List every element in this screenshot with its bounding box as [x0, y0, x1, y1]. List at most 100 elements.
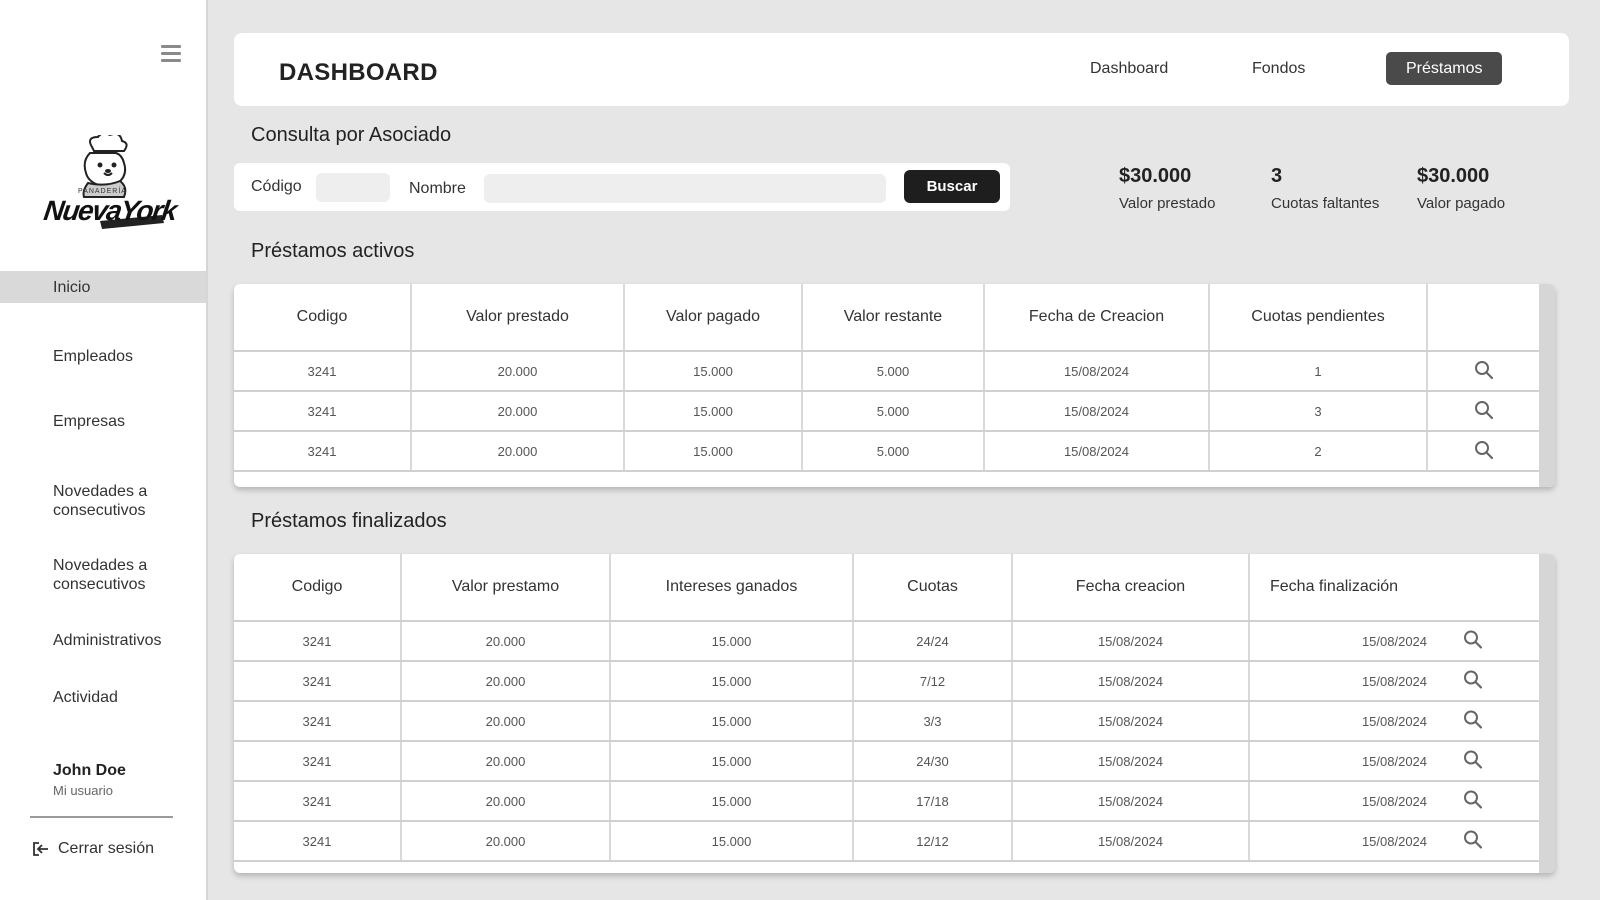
- page-title: DASHBOARD: [279, 59, 438, 86]
- table-cell: 3241: [234, 621, 402, 662]
- name-input[interactable]: [484, 174, 886, 203]
- cell-value: 15.000: [711, 713, 752, 729]
- table-cell: 15/08/2024: [1012, 781, 1250, 822]
- table-cell: 3241: [234, 781, 402, 822]
- stat-cuotas-faltantes: 3 Cuotas faltantes: [1271, 165, 1379, 212]
- table-cell: 17/18: [853, 781, 1013, 822]
- table-cell: 5.000: [802, 391, 985, 432]
- search-icon[interactable]: [1463, 630, 1483, 653]
- cell-value: 3: [1314, 403, 1322, 419]
- table-cell: 15/08/2024: [1012, 621, 1250, 662]
- search-button[interactable]: Buscar: [904, 170, 1000, 203]
- cell-value: 24/30: [916, 753, 949, 769]
- table-cell: 15.000: [610, 701, 854, 742]
- column-header: Codigo: [234, 554, 402, 622]
- column-header: Fecha finalización: [1249, 554, 1539, 622]
- table-cell: 24/30: [853, 741, 1013, 782]
- cell-value: 20.000: [485, 673, 526, 689]
- table-cell: 15.000: [610, 821, 854, 862]
- table-cell: 15/08/2024: [1249, 821, 1539, 862]
- logo-brand: NuevaYork: [41, 195, 178, 226]
- table-cell: 20.000: [411, 351, 625, 392]
- table-cell: 15.000: [624, 431, 803, 472]
- code-input[interactable]: [316, 173, 390, 202]
- search-icon[interactable]: [1463, 750, 1483, 773]
- search-icon[interactable]: [1463, 790, 1483, 813]
- table-cell: 20.000: [401, 661, 611, 702]
- user-name: John Doe: [53, 762, 126, 779]
- search-icon[interactable]: [1474, 440, 1494, 463]
- sidebar-item-novedades-2[interactable]: Novedades a consecutivos: [0, 556, 200, 594]
- cell-value: 15.000: [693, 403, 733, 419]
- search-icon[interactable]: [1474, 360, 1494, 383]
- cell-value: 3241: [302, 633, 332, 649]
- menu-icon[interactable]: [161, 45, 181, 63]
- table-cell: 20.000: [401, 621, 611, 662]
- cell-value: 3241: [302, 673, 332, 689]
- table-cell: 20.000: [401, 821, 611, 862]
- table-cell: 15/08/2024: [1012, 661, 1250, 702]
- cell-value: 15/08/2024: [1097, 673, 1164, 689]
- table-cell: 15/08/2024: [1012, 741, 1250, 782]
- column-header: Codigo: [234, 284, 412, 352]
- column-header: Cuotas pendientes: [1209, 284, 1428, 352]
- tab-dashboard[interactable]: Dashboard: [1090, 52, 1168, 85]
- table-row: 3241 20.000 15.000 7/12 15/08/2024 15/08/2024: [234, 661, 1539, 702]
- table-cell: 15/08/2024: [1249, 741, 1539, 782]
- cell-value: 15.000: [711, 673, 752, 689]
- table-cell: 3241: [234, 661, 402, 702]
- user-subtitle: Mi usuario: [53, 783, 113, 798]
- table-cell: 3/3: [853, 701, 1013, 742]
- active-loans-table: Codigo Valor prestado Valor pagado Valor…: [234, 284, 1555, 487]
- table-cell: 24/24: [853, 621, 1013, 662]
- sidebar-item-novedades-1[interactable]: Novedades a consecutivos: [0, 482, 200, 520]
- sidebar-item-empleados[interactable]: Empleados: [0, 347, 206, 366]
- scrollbar[interactable]: [1539, 284, 1555, 487]
- column-header: Intereses ganados: [610, 554, 854, 622]
- cell-value: 15/08/2024: [1361, 673, 1428, 689]
- table-cell: 3241: [234, 431, 412, 472]
- cell-value: 15.000: [693, 363, 733, 379]
- cell-value: 5.000: [876, 363, 910, 379]
- search-icon[interactable]: [1463, 670, 1483, 693]
- cell-value: 2: [1314, 443, 1322, 459]
- sidebar-item-inicio[interactable]: Inicio: [0, 271, 206, 303]
- user-info[interactable]: John Doe Mi usuario: [53, 762, 126, 798]
- cell-value: 3241: [302, 753, 332, 769]
- sidebar-item-empresas[interactable]: Empresas: [0, 412, 206, 431]
- scrollbar[interactable]: [1539, 554, 1555, 873]
- tab-fondos[interactable]: Fondos: [1252, 52, 1305, 85]
- cell-value: 12/12: [916, 833, 949, 849]
- search-icon[interactable]: [1463, 710, 1483, 733]
- cell-value: 20.000: [485, 753, 526, 769]
- table-cell: 15.000: [610, 741, 854, 782]
- search-bar: Código Nombre Buscar: [234, 163, 1010, 211]
- column-header: Valor pagado: [624, 284, 803, 352]
- table-cell: 15/08/2024: [1249, 781, 1539, 822]
- table-cell: [1427, 431, 1539, 472]
- cell-value: 15.000: [711, 833, 752, 849]
- cell-value: 7/12: [919, 673, 946, 689]
- table-cell: 7/12: [853, 661, 1013, 702]
- cell-value: 15.000: [711, 793, 752, 809]
- logout-button[interactable]: Cerrar sesión: [32, 840, 154, 858]
- cell-value: 5.000: [876, 443, 910, 459]
- column-header: Fecha de Creacion: [984, 284, 1210, 352]
- tab-prestamos[interactable]: Préstamos: [1386, 52, 1503, 85]
- table-cell: 20.000: [401, 701, 611, 742]
- cell-value: 15.000: [711, 633, 752, 649]
- sidebar-item-administrativos[interactable]: Administrativos: [0, 631, 206, 650]
- stat-label: Valor pagado: [1417, 195, 1506, 212]
- table-cell: 20.000: [411, 391, 625, 432]
- table-row: 3241 20.000 15.000 5.000 15/08/2024 3: [234, 391, 1539, 432]
- cell-value: 20.000: [485, 633, 526, 649]
- cell-value: 15/08/2024: [1361, 833, 1428, 849]
- cell-value: 15/08/2024: [1097, 713, 1164, 729]
- table-cell: 15.000: [610, 661, 854, 702]
- search-icon[interactable]: [1474, 400, 1494, 423]
- table-row: 3241 20.000 15.000 24/24 15/08/2024 15/08/202…: [234, 621, 1539, 662]
- sidebar-item-actividad[interactable]: Actividad: [0, 688, 206, 707]
- table-cell: 15/08/2024: [1012, 701, 1250, 742]
- table-cell: 5.000: [802, 431, 985, 472]
- search-icon[interactable]: [1463, 830, 1483, 853]
